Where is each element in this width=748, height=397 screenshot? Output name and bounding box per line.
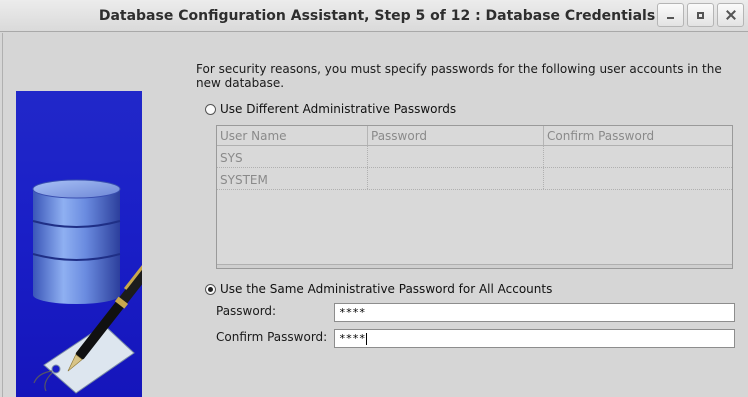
radio-different-passwords[interactable] — [205, 103, 216, 115]
option-different-passwords[interactable]: Use Different Administrative Passwords — [205, 102, 456, 116]
radio-same-password[interactable] — [205, 283, 216, 295]
table-scrollbar[interactable] — [217, 264, 732, 268]
header-password[interactable]: Password — [368, 126, 544, 145]
maximize-icon — [697, 11, 704, 19]
wizard-illustration — [16, 91, 142, 397]
minimize-button[interactable] — [657, 3, 684, 27]
option-same-password[interactable]: Use the Same Administrative Password for… — [205, 282, 552, 296]
confirm-password-value: **** — [339, 332, 366, 345]
cell-user: SYSTEM — [217, 168, 368, 189]
option-same-label: Use the Same Administrative Password for… — [220, 282, 553, 296]
window-controls — [654, 3, 744, 27]
window-left-border — [2, 33, 3, 397]
cell-password[interactable] — [368, 168, 544, 189]
password-label: Password: — [216, 304, 277, 318]
close-icon — [726, 10, 736, 20]
database-cylinder-icon — [32, 179, 121, 304]
accounts-table: User Name Password Confirm Password SYS … — [216, 125, 733, 269]
cell-confirm[interactable] — [544, 168, 732, 189]
confirm-password-field[interactable]: **** — [334, 329, 735, 348]
password-field[interactable]: **** — [334, 303, 735, 322]
table-header: User Name Password Confirm Password — [217, 126, 732, 146]
cell-password[interactable] — [368, 146, 544, 167]
option-different-label: Use Different Administrative Passwords — [220, 102, 457, 116]
maximize-button[interactable] — [687, 3, 714, 27]
table-row[interactable]: SYSTEM — [217, 168, 732, 190]
intro-text: For security reasons, you must specify p… — [196, 62, 722, 90]
table-row[interactable]: SYS — [217, 146, 732, 168]
confirm-password-label: Confirm Password: — [216, 330, 328, 344]
cell-confirm[interactable] — [544, 146, 732, 167]
password-value: **** — [339, 306, 366, 319]
text-caret — [365, 333, 367, 345]
window-title: Database Configuration Assistant, Step 5… — [98, 8, 656, 24]
close-button[interactable] — [717, 3, 744, 27]
cell-user: SYS — [217, 146, 368, 167]
illustration-art — [32, 179, 142, 394]
title-bar: Database Configuration Assistant, Step 5… — [0, 0, 748, 32]
tag-icon — [33, 324, 135, 394]
header-confirm-password[interactable]: Confirm Password — [544, 126, 732, 145]
minimize-icon — [667, 17, 674, 19]
header-user-name[interactable]: User Name — [217, 126, 368, 145]
